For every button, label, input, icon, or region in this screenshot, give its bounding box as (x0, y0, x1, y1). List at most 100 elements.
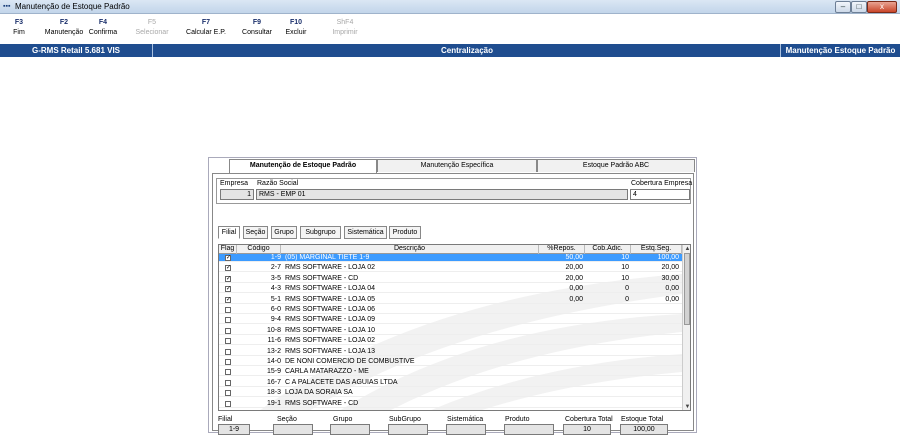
table-row[interactable]: 16-7 C A PALACETE DAS AGUIAS LTDA (219, 379, 682, 387)
cell-codigo: 15-9 (266, 368, 281, 376)
footer-estoque-total-label: Estoque Total (621, 416, 664, 423)
flag-checkbox[interactable]: ✓ (225, 296, 231, 303)
subtab-grupo[interactable]: Grupo (271, 226, 297, 239)
grid-body: ✓ 1-9 (05) MARGINAL TIETE 1-9 50,00 10 100,00… (219, 254, 682, 410)
cell-codigo: 18-3 (266, 389, 281, 397)
flag-checkbox[interactable] (225, 400, 231, 407)
subtab-filial[interactable]: Filial (218, 226, 240, 239)
cell-cob: 0 (625, 295, 629, 303)
tab-manutencao-especifica[interactable]: Manutenção Específica (377, 159, 537, 172)
tab-content: Empresa 1 Razão Social RMS - EMP 01 Cobe… (212, 173, 694, 435)
footer-produto-field (504, 424, 554, 435)
table-row[interactable]: 19-1 RMS SOFTWARE - CD (219, 400, 682, 408)
cell-codigo: 11-6 (267, 337, 282, 345)
header-repos[interactable]: %Repos. (539, 245, 585, 254)
flag-checkbox[interactable] (225, 348, 231, 355)
flag-checkbox[interactable]: ✓ (225, 275, 231, 282)
cell-estq: 0,00 (665, 285, 679, 293)
table-row[interactable]: 10-8 RMS SOFTWARE - LOJA 10 (219, 327, 682, 335)
cell-estq: 30,00 (661, 274, 679, 282)
subtab-produto[interactable]: Produto (389, 226, 421, 239)
table-row[interactable]: ✓ 5-1 RMS SOFTWARE - LOJA 05 0,00 0 0,00 (219, 296, 682, 304)
table-row[interactable]: 15-9 CARLA MATARAZZO - ME (219, 368, 682, 377)
footer-secao-label: Seção (277, 416, 297, 423)
subtab-subgrupo[interactable]: Subgrupo (300, 226, 341, 239)
flag-checkbox[interactable] (225, 338, 231, 345)
subtab-sistematica[interactable]: Sistemática (344, 226, 387, 239)
fkey-label: Consultar (242, 29, 272, 36)
header-flag[interactable]: Flag (219, 245, 237, 254)
tab-estoque-padrao-abc[interactable]: Estoque Padrão ABC (537, 159, 695, 172)
cell-cob: 10 (621, 254, 629, 261)
flag-checkbox[interactable] (225, 369, 231, 376)
fkey-f3-button[interactable]: F3 Fim (8, 18, 30, 38)
footer-subgrupo-field (388, 424, 428, 435)
flag-checkbox[interactable] (225, 379, 231, 386)
cell-descricao: LOJA DA SORAIA SA (285, 389, 353, 397)
footer-sistematica-field (446, 424, 486, 435)
table-row[interactable]: 13-2 RMS SOFTWARE - LOJA 13 (219, 348, 682, 356)
cell-codigo: 5-1 (270, 295, 281, 303)
cell-descricao: RMS SOFTWARE - LOJA 02 (285, 337, 375, 345)
flag-checkbox[interactable]: ✓ (225, 265, 231, 272)
fkey-shf4-button[interactable]: ShF4 Imprimir (325, 18, 365, 38)
table-row[interactable]: 6-0 RMS SOFTWARE - LOJA 06 (219, 306, 682, 314)
fkey-f10-button[interactable]: F10 Excluir (281, 18, 311, 38)
fkey-label: Fim (13, 29, 25, 36)
cell-cob: 0 (625, 285, 629, 293)
flag-checkbox[interactable]: ✓ (225, 255, 231, 261)
module-name: Centralização (440, 46, 494, 55)
fkey-f7-button[interactable]: F7 Calcular E.P. (177, 18, 235, 38)
minimize-button[interactable]: – (835, 1, 851, 13)
fkey-f4-button[interactable]: F4 Confirma (83, 18, 123, 38)
cell-descricao: CARLA MATARAZZO - ME (285, 368, 369, 376)
footer-grupo-label: Grupo (333, 416, 353, 423)
header-codigo[interactable]: Código (237, 245, 281, 254)
maximize-button[interactable]: □ (851, 1, 867, 13)
table-row[interactable]: ✓ 1-9 (05) MARGINAL TIETE 1-9 50,00 10 100,00 (219, 254, 682, 262)
razao-social-label: Razão Social (257, 180, 299, 187)
function-key-toolbar: F3 Fim F2 Manutenção F4 Confirma F5 Selecionar F… (0, 16, 900, 43)
cell-codigo: 1-9 (270, 254, 281, 261)
header-estq-seg[interactable]: Estq.Seg. (631, 245, 682, 254)
subtab-secao[interactable]: Seção (243, 226, 268, 239)
table-row[interactable]: ✓ 3-5 RMS SOFTWARE - CD 20,00 10 30,00 (219, 275, 682, 283)
close-button[interactable]: x (867, 1, 897, 13)
fkey-code: F4 (98, 19, 108, 26)
table-row[interactable]: 14-0 DE NONI COMERCIO DE COMBUSTIVE (219, 358, 682, 366)
fkey-f5-button[interactable]: F5 Selecionar (132, 18, 172, 38)
table-row[interactable]: ✓ 2-7 RMS SOFTWARE - LOJA 02 20,00 10 20,00 (219, 264, 682, 273)
scroll-down-icon[interactable]: ▼ (683, 403, 690, 410)
fkey-label: Excluir (285, 29, 307, 36)
cobertura-empresa-field[interactable]: 4 (630, 189, 690, 200)
header-cob-adic[interactable]: Cob.Adic. (585, 245, 631, 254)
app-version: G-RMS Retail 5.681 VIS (0, 44, 153, 57)
table-row[interactable]: 11-6 RMS SOFTWARE - LOJA 02 (219, 337, 682, 346)
flag-checkbox[interactable] (225, 317, 231, 324)
flag-checkbox[interactable] (225, 327, 231, 334)
scroll-thumb[interactable] (684, 253, 690, 325)
empresa-field[interactable]: 1 (220, 189, 254, 200)
fkey-f9-button[interactable]: F9 Consultar (237, 18, 277, 38)
window-title: Manutenção de Estoque Padrão (15, 2, 130, 11)
scroll-up-icon[interactable]: ▲ (683, 245, 690, 253)
cell-codigo: 2-7 (270, 264, 281, 272)
header-descricao[interactable]: Descrição (281, 245, 539, 254)
cell-descricao: (05) MARGINAL TIETE 1-9 (285, 254, 370, 261)
grid-vertical-scrollbar[interactable]: ▲ ▼ (682, 245, 690, 410)
fkey-code: F7 (201, 19, 211, 26)
flag-checkbox[interactable] (225, 390, 231, 397)
flag-checkbox[interactable] (225, 359, 231, 365)
table-row[interactable]: 18-3 LOJA DA SORAIA SA (219, 389, 682, 398)
razao-social-field[interactable]: RMS - EMP 01 (256, 189, 628, 200)
flag-checkbox[interactable] (225, 307, 231, 313)
flag-checkbox[interactable]: ✓ (225, 286, 231, 293)
table-row[interactable]: 9-4 RMS SOFTWARE - LOJA 09 (219, 316, 682, 325)
cell-descricao: RMS SOFTWARE - LOJA 13 (285, 347, 375, 355)
grid-header: Flag Código Descrição %Repos. Cob.Adic. … (219, 245, 682, 254)
fkey-label: Calcular E.P. (186, 29, 226, 36)
tab-manutencao-estoque-padrao[interactable]: Manutenção de Estoque Padrão (229, 159, 377, 173)
filial-grid[interactable]: Flag Código Descrição %Repos. Cob.Adic. … (218, 244, 691, 411)
table-row[interactable]: ✓ 4-3 RMS SOFTWARE - LOJA 04 0,00 0 0,00 (219, 285, 682, 294)
fkey-label: Selecionar (135, 29, 169, 36)
